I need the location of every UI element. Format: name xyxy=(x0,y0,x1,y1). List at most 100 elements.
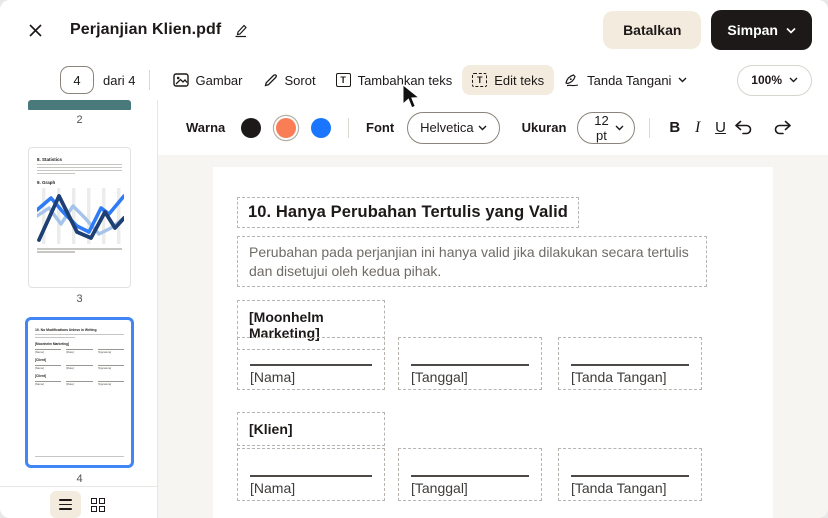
save-button-label: Simpan xyxy=(727,22,778,38)
signature-line xyxy=(250,364,372,366)
rename-button[interactable] xyxy=(233,23,248,38)
signature-line xyxy=(411,364,529,366)
color-label: Warna xyxy=(186,120,225,135)
toolbar-divider xyxy=(149,70,150,90)
color-swatch-blue[interactable] xyxy=(311,118,331,138)
highlight-button[interactable]: Sorot xyxy=(253,65,326,95)
sidebar-footer-divider xyxy=(0,486,157,487)
grid-view-button[interactable] xyxy=(87,494,109,516)
size-select[interactable]: 12 pt xyxy=(577,112,634,144)
section-heading[interactable]: 10. Hanya Perubahan Tertulis yang Valid xyxy=(237,197,579,228)
tool-row: dari 4 Gambar Sorot T Tambahkan teks T E… xyxy=(0,60,828,100)
color-swatch-orange[interactable] xyxy=(276,118,296,138)
add-text-icon: T xyxy=(336,73,351,87)
size-value: 12 pt xyxy=(588,113,614,143)
signature-line xyxy=(571,475,689,477)
thumb4-field-row: [Name] [Date] [Signature] xyxy=(35,349,124,354)
document-area: 10. Hanya Perubahan Tertulis yang Valid … xyxy=(158,155,828,518)
signature-field-signature[interactable]: [Tanda Tangan] xyxy=(558,448,702,501)
thumb-text-line xyxy=(37,164,122,166)
signature-field-signature[interactable]: [Tanda Tangan] xyxy=(558,337,702,390)
thumb4-field-row: [Name] [Date] [Signature] xyxy=(35,381,124,386)
page-3-label: 3 xyxy=(28,293,131,305)
field-label: [Tanda Tangan] xyxy=(571,480,667,496)
signature-line xyxy=(250,475,372,477)
thumbnail-page-4-selected[interactable]: 10. No Modifications Unless in Writing [… xyxy=(25,317,134,468)
signature-field-date[interactable]: [Tanggal] xyxy=(398,448,542,501)
insert-image-button[interactable]: Gambar xyxy=(163,65,253,95)
thumbnail-page-2-partial[interactable] xyxy=(28,100,131,110)
thumb4-party2: [Client] xyxy=(35,358,124,362)
signature-line xyxy=(571,364,689,366)
undo-button[interactable] xyxy=(732,118,755,137)
list-view-icon xyxy=(59,499,72,510)
thumb-text-line xyxy=(35,334,124,336)
thumb4-party3: [Client] xyxy=(35,374,124,378)
page-number-input[interactable] xyxy=(60,66,94,94)
pdf-editor-window: Perjanjian Klien.pdf Batalkan Simpan dar… xyxy=(0,0,828,518)
thumb-text-line xyxy=(35,337,75,339)
sign-button[interactable]: Tanda Tangani xyxy=(554,65,697,95)
page-count-label: dari 4 xyxy=(103,73,136,88)
field-label: [Tanggal] xyxy=(411,369,468,385)
chevron-down-icon xyxy=(789,77,798,83)
color-swatch-black[interactable] xyxy=(241,118,261,138)
close-button[interactable] xyxy=(22,17,48,43)
thumb-text-line xyxy=(37,167,122,169)
highlight-label: Sorot xyxy=(285,73,316,88)
thumb-text-line xyxy=(37,251,75,253)
undo-icon xyxy=(734,120,753,135)
color-swatches xyxy=(241,118,331,138)
party-name-box[interactable]: [Klien] xyxy=(237,412,385,446)
thumb3-graph-heading: 9. Graph xyxy=(37,180,122,185)
save-button[interactable]: Simpan xyxy=(711,10,812,50)
redo-icon xyxy=(773,120,792,135)
pen-nib-icon xyxy=(564,73,580,87)
add-text-label: Tambahkan teks xyxy=(358,73,453,88)
chevron-down-icon xyxy=(478,125,487,131)
thumb-text-line xyxy=(37,173,75,175)
format-divider xyxy=(649,118,650,138)
image-icon xyxy=(173,73,189,87)
field-label: [Tanda Tangan] xyxy=(571,369,667,385)
file-title: Perjanjian Klien.pdf xyxy=(70,21,221,39)
underline-button[interactable]: U xyxy=(709,113,732,143)
signature-field-name[interactable]: [Nama] xyxy=(237,448,385,501)
redo-button[interactable] xyxy=(771,118,794,137)
thumbnail-page-3[interactable]: 8. Statistics 9. Graph xyxy=(28,147,131,288)
pencil-icon xyxy=(233,23,248,38)
add-text-button[interactable]: T Tambahkan teks xyxy=(326,65,463,95)
signature-field-name[interactable]: [Nama] xyxy=(237,337,385,390)
italic-button[interactable]: I xyxy=(686,113,709,143)
chevron-down-icon xyxy=(678,77,687,83)
page-4-label: 4 xyxy=(28,473,131,485)
header: Perjanjian Klien.pdf Batalkan Simpan xyxy=(0,0,828,60)
font-value: Helvetica xyxy=(420,120,477,135)
zoom-value: 100% xyxy=(751,73,782,87)
section-paragraph[interactable]: Perubahan pada perjanjian ini hanya vali… xyxy=(237,236,707,287)
document-page: 10. Hanya Perubahan Tertulis yang Valid … xyxy=(213,167,773,518)
history-buttons xyxy=(732,118,794,137)
thumb4-heading: 10. No Modifications Unless in Writing xyxy=(35,328,124,332)
signature-field-date[interactable]: [Tanggal] xyxy=(398,337,542,390)
thumb4-field-row: [Name] [Date] [Signature] xyxy=(35,365,124,370)
field-label: [Nama] xyxy=(250,369,295,385)
text-format-bar: Warna Font Helvetica Ukuran 12 pt B I U xyxy=(158,100,828,155)
font-select[interactable]: Helvetica xyxy=(407,112,499,144)
page-2-label: 2 xyxy=(28,114,131,126)
cancel-button[interactable]: Batalkan xyxy=(603,11,701,49)
thumb-text-line xyxy=(37,170,122,172)
font-label: Font xyxy=(366,120,394,135)
field-label: [Nama] xyxy=(250,480,295,496)
thumb-text-line xyxy=(35,456,124,457)
sign-label: Tanda Tangani xyxy=(587,73,671,88)
size-label: Ukuran xyxy=(522,120,567,135)
list-view-button[interactable] xyxy=(50,491,81,518)
edit-text-button[interactable]: T Edit teks xyxy=(462,65,554,95)
edit-text-icon: T xyxy=(472,73,487,87)
zoom-control[interactable]: 100% xyxy=(737,65,812,96)
format-divider xyxy=(348,118,349,138)
thumb4-party1: [Moonhelm Marketing] xyxy=(35,342,124,346)
bold-button[interactable]: B xyxy=(663,113,686,143)
edit-text-label: Edit teks xyxy=(494,73,544,88)
